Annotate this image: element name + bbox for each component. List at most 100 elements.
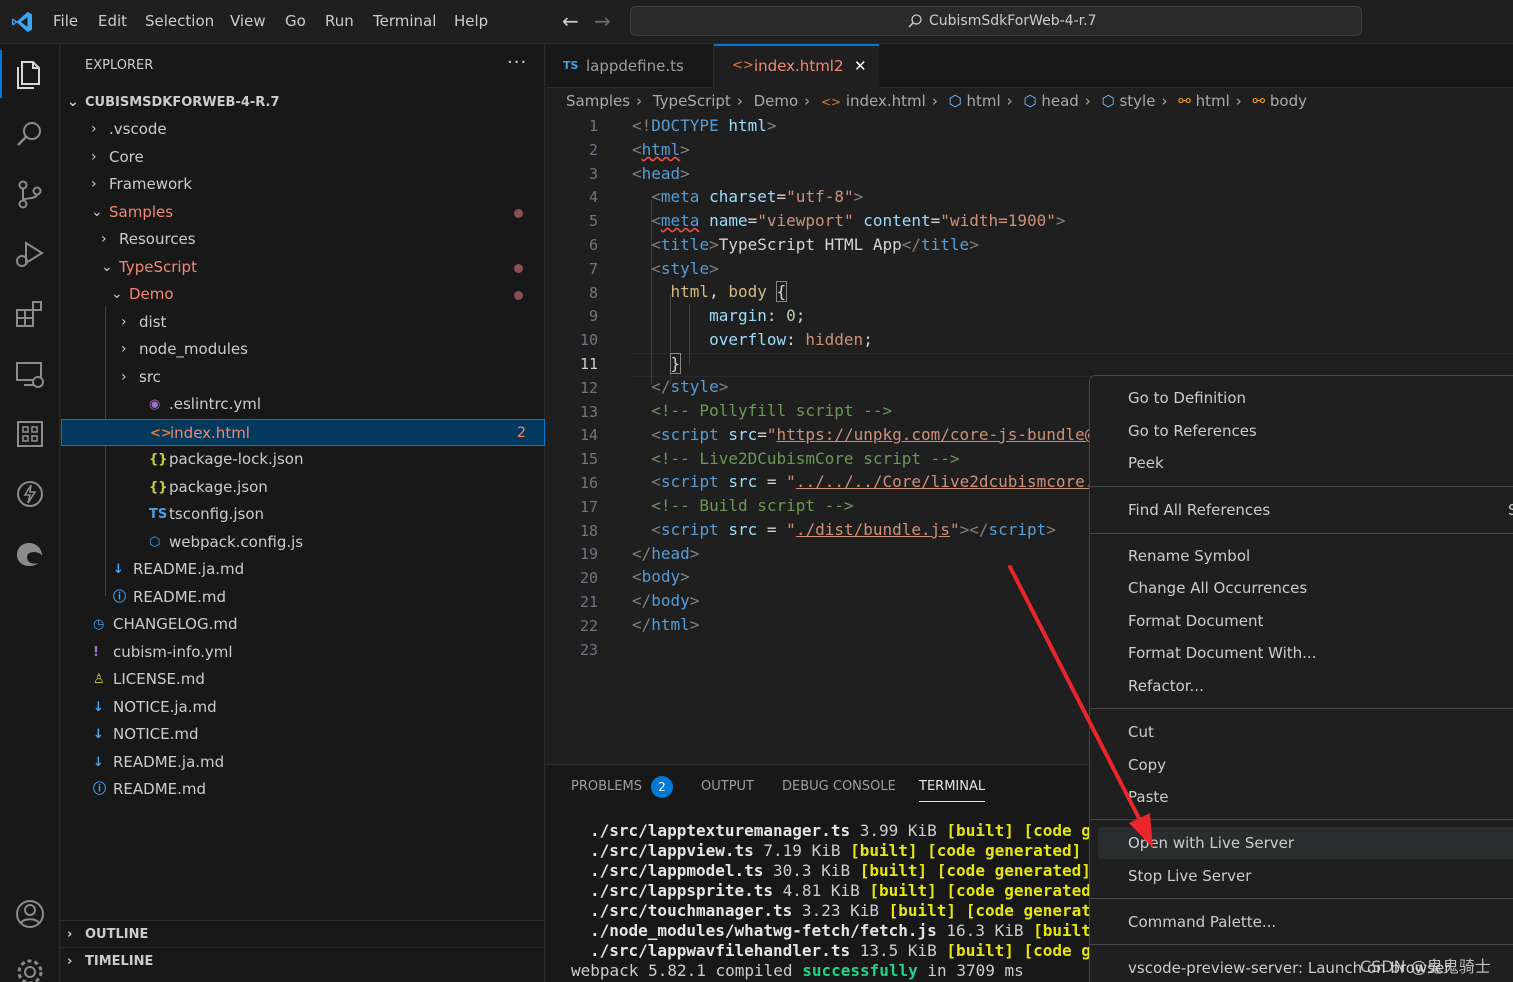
terminal-tags: [built] [code generated]	[869, 881, 1101, 900]
menu-refactor[interactable]: Refactor...	[1128, 677, 1204, 695]
tree-item[interactable]: ⌄ Samples	[61, 199, 545, 226]
code-line: <title>TypeScript HTML App</title>	[651, 235, 979, 254]
menu-go-to-definition[interactable]: Go to Definition	[1128, 389, 1246, 407]
tab-terminal[interactable]: TERMINAL	[919, 779, 986, 802]
menu-go[interactable]: Go	[285, 12, 306, 30]
tree-item[interactable]: › node_modules	[61, 336, 545, 363]
tree-item[interactable]: › src	[61, 364, 545, 391]
search-icon[interactable]	[12, 116, 48, 152]
tree-item[interactable]: ↓ README.ja.md	[61, 749, 545, 776]
terminal-file: ./src/lappsprite.ts	[590, 881, 774, 900]
menu-format-document[interactable]: Format Document	[1128, 612, 1263, 630]
tree-item-label: cubism-info.yml	[113, 642, 233, 661]
line-number: 7	[588, 259, 598, 278]
context-menu: Go to Definition Go to References Peek F…	[1089, 375, 1513, 982]
menu-run[interactable]: Run	[325, 12, 354, 30]
breadcrumb-item[interactable]: index.html	[846, 92, 926, 110]
tab-index-html[interactable]: <> index.html 2 ✕	[714, 44, 879, 88]
tree-item-label: dist	[139, 312, 167, 331]
menu-edit[interactable]: Edit	[98, 12, 127, 30]
workspace-root[interactable]: ⌄ CUBISMSDKFORWEB-4-R.7	[61, 89, 545, 116]
tree-item[interactable]: › Framework	[61, 171, 545, 198]
extensions-icon[interactable]	[12, 296, 48, 332]
tree-item[interactable]: › Resources	[61, 226, 545, 253]
chevron-down-icon: ⌄	[91, 203, 103, 220]
code-line: </body>	[632, 591, 700, 610]
breadcrumb-item[interactable]: TypeScript	[653, 92, 731, 110]
back-arrow-icon[interactable]: ←	[562, 9, 579, 33]
menu-open-with-live-server[interactable]: Open with Live Server	[1128, 834, 1294, 852]
breadcrumb-item[interactable]: body	[1270, 92, 1307, 110]
menu-terminal[interactable]: Terminal	[373, 12, 436, 30]
tree-item[interactable]: ⓘ README.md	[61, 776, 545, 803]
breadcrumb-item[interactable]: Samples	[566, 92, 630, 110]
tree-item[interactable]: TS tsconfig.json	[61, 501, 545, 528]
menu-separator	[1090, 486, 1513, 487]
outline-section[interactable]: › OUTLINE	[61, 920, 545, 947]
menu-file[interactable]: File	[53, 12, 78, 30]
line-number: 17	[579, 497, 598, 516]
tree-item[interactable]: ↓ NOTICE.md	[61, 721, 545, 748]
menu-format-document-with[interactable]: Format Document With...	[1128, 644, 1316, 662]
tree-item[interactable]: ⌄ TypeScript	[61, 254, 545, 281]
breadcrumb-item[interactable]: html	[967, 92, 1001, 110]
menu-copy[interactable]: Copy	[1128, 756, 1166, 774]
edge-browser-icon[interactable]	[12, 536, 48, 572]
line-number: 11	[579, 355, 598, 373]
tree-item[interactable]: {} package.json	[61, 474, 545, 501]
breadcrumb-item[interactable]: head	[1041, 92, 1078, 110]
menu-view[interactable]: View	[230, 12, 266, 30]
terminal-size: 3.23 KiB	[792, 901, 889, 920]
menu-selection[interactable]: Selection	[145, 12, 214, 30]
chevron-right-icon: ›	[101, 231, 107, 247]
files-icon[interactable]	[12, 56, 48, 92]
tab-debug-console[interactable]: DEBUG CONSOLE	[782, 779, 896, 794]
breadcrumb-item[interactable]: Demo	[754, 92, 799, 110]
close-icon[interactable]: ✕	[854, 46, 867, 86]
tree-item[interactable]: <> index.html 2	[61, 418, 545, 446]
file-type-icon: ◷	[93, 617, 105, 632]
tree-item[interactable]: › dist	[61, 309, 545, 336]
tree-item[interactable]: {} package-lock.json	[61, 446, 545, 473]
tab-problems[interactable]: PROBLEMS	[571, 779, 642, 794]
source-control-icon[interactable]	[12, 176, 48, 212]
forward-arrow-icon[interactable]: →	[594, 9, 611, 33]
tab-output[interactable]: OUTPUT	[701, 779, 754, 794]
menu-command-palette[interactable]: Command Palette...	[1128, 913, 1276, 931]
menu-go-to-references[interactable]: Go to References	[1128, 422, 1257, 440]
file-type-icon: ⬡	[149, 534, 161, 550]
tree-item[interactable]: ⓘ README.md	[61, 584, 545, 611]
menu-help[interactable]: Help	[454, 12, 488, 30]
menu-paste[interactable]: Paste	[1128, 788, 1169, 806]
tree-item[interactable]: › .vscode	[61, 116, 545, 143]
timeline-section[interactable]: › TIMELINE	[61, 947, 545, 974]
tree-item[interactable]: › Core	[61, 144, 545, 171]
menu-change-all-occurrences[interactable]: Change All Occurrences	[1128, 579, 1307, 597]
tree-item[interactable]: ⌄ Demo	[61, 281, 545, 308]
command-center-search[interactable]: CubismSdkForWeb-4-r.7	[630, 6, 1362, 36]
breadcrumb-item[interactable]: html	[1196, 92, 1230, 110]
menu-cut[interactable]: Cut	[1128, 723, 1154, 741]
active-indicator	[0, 50, 2, 98]
tree-item[interactable]: ↓ NOTICE.ja.md	[61, 694, 545, 721]
tab-lappdefine[interactable]: TS lappdefine.ts	[546, 44, 714, 88]
testing-icon[interactable]	[12, 416, 48, 452]
gear-icon[interactable]	[12, 954, 48, 982]
more-actions-icon[interactable]: ···	[507, 52, 527, 73]
tree-item[interactable]: ◷ CHANGELOG.md	[61, 611, 545, 638]
tree-item[interactable]: ⬡ webpack.config.js	[61, 529, 545, 556]
tree-item[interactable]: ! cubism-info.yml	[61, 639, 545, 666]
menu-stop-live-server[interactable]: Stop Live Server	[1128, 867, 1251, 885]
file-type-icon: ◉	[149, 397, 161, 412]
tree-item[interactable]: ♙ LICENSE.md	[61, 666, 545, 693]
account-icon[interactable]	[12, 896, 48, 932]
menu-peek[interactable]: Peek	[1128, 454, 1164, 472]
live-share-icon[interactable]	[12, 476, 48, 512]
tree-item[interactable]: ↓ README.ja.md	[61, 556, 545, 583]
menu-rename-symbol[interactable]: Rename Symbol	[1128, 547, 1250, 565]
breadcrumb-item[interactable]: style	[1119, 92, 1155, 110]
remote-explorer-icon[interactable]	[12, 356, 48, 392]
menu-find-all-references[interactable]: Find All References	[1128, 501, 1270, 519]
tree-item[interactable]: ◉ .eslintrc.yml	[61, 391, 545, 418]
run-debug-icon[interactable]	[12, 236, 48, 272]
